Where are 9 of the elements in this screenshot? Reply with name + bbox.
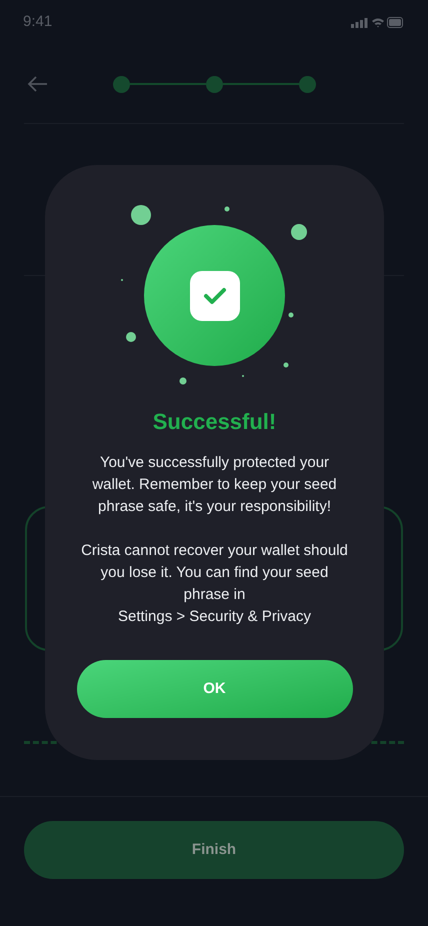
- dialog-message: Crista cannot recover your wallet should you lose it. You can find your seed phrase in: [80, 541, 348, 605]
- check-icon: [190, 270, 240, 320]
- dialog-message: You've successfully protected your wallet. Remember to keep your seed phrase safe, it's your responsibility!: [91, 453, 338, 517]
- dialog-message: Settings > Security & Privacy: [118, 607, 311, 627]
- dialog-title: Successful!: [152, 408, 276, 436]
- status-icons: [351, 16, 405, 30]
- back-arrow-icon[interactable]: [27, 75, 49, 93]
- ok-button[interactable]: OK: [76, 660, 352, 718]
- status-time: 9:41: [23, 12, 52, 32]
